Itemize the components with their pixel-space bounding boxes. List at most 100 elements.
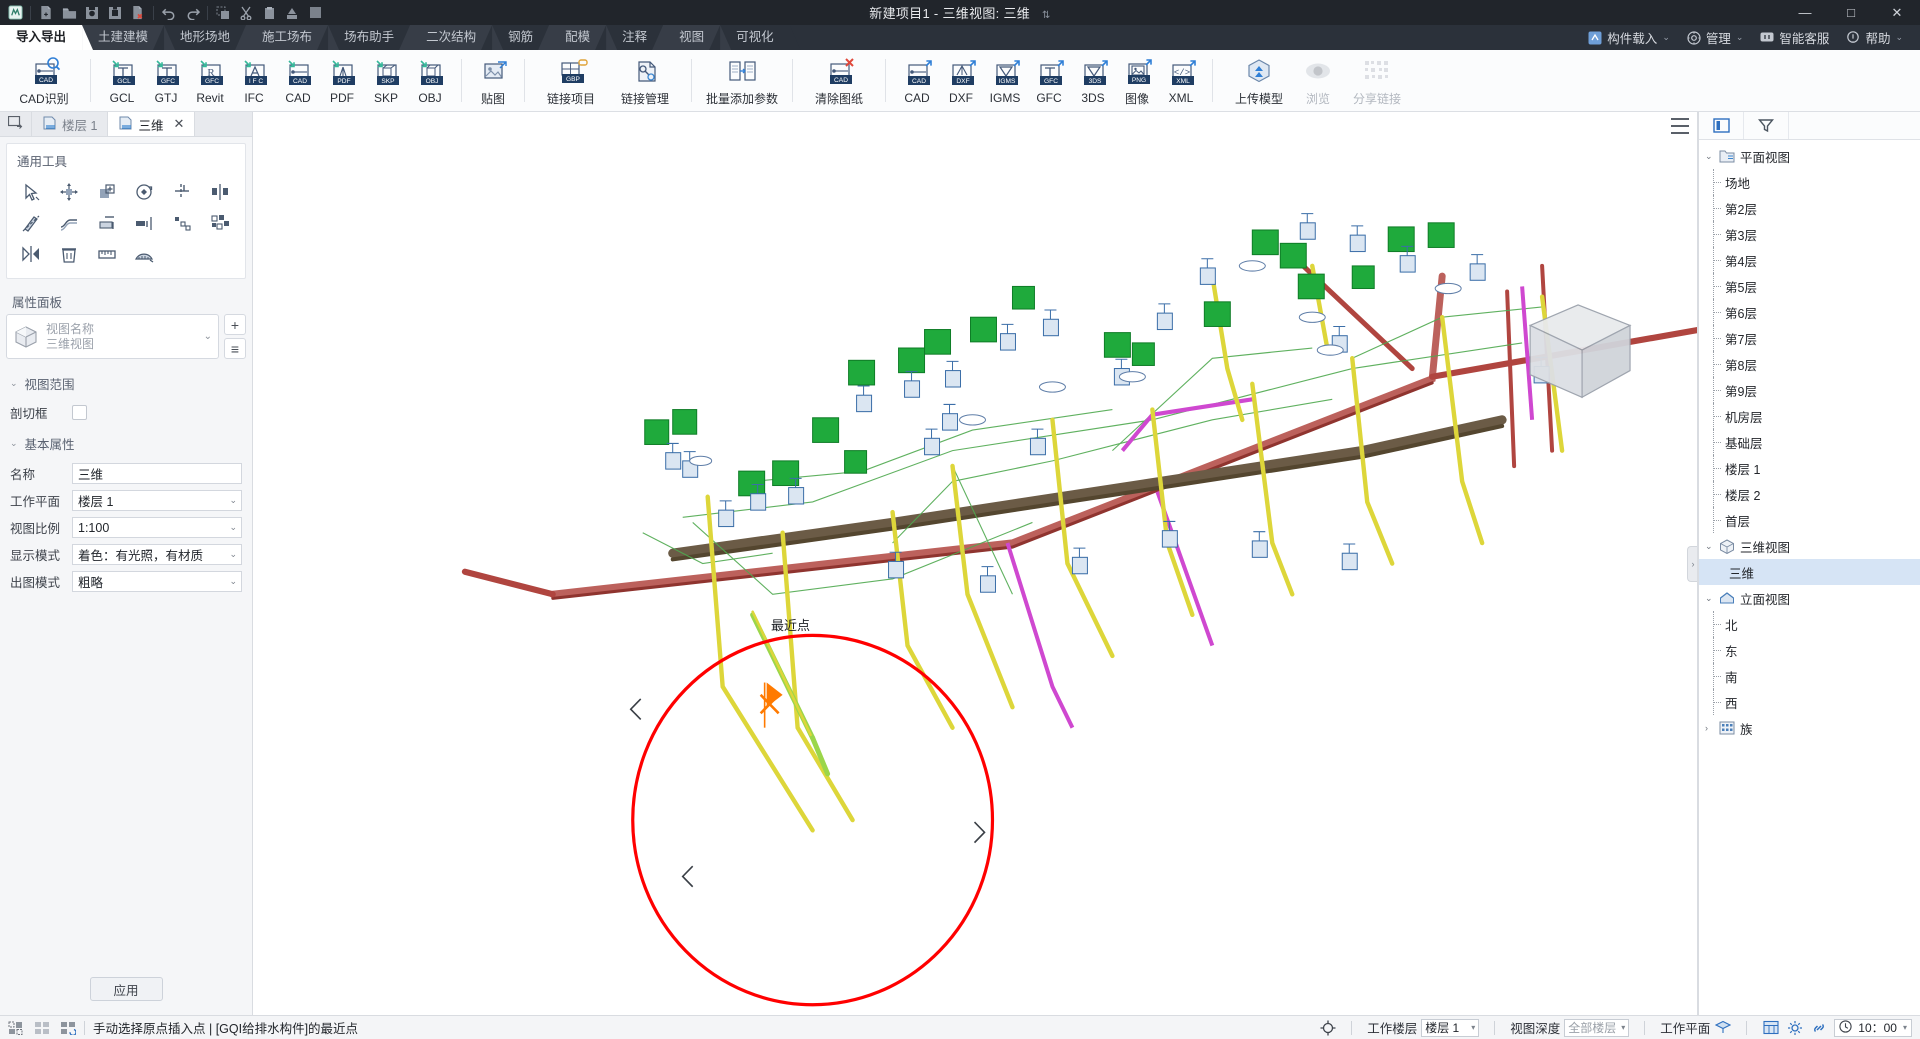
ribbon-tab-2[interactable]: 地形场地 [164, 25, 246, 50]
crosshair-icon[interactable] [1319, 1020, 1336, 1035]
ribbon-button-cad-clear[interactable]: CAD 清除图纸 [802, 52, 876, 110]
ribbon-tab-5[interactable]: 二次结构 [410, 25, 493, 50]
chevron-down-icon[interactable]: ⌄ [1736, 32, 1744, 43]
tabbar-right-item-2[interactable]: 智能客服 [1753, 25, 1836, 50]
tree-item-第3层[interactable]: 第3层 [1699, 221, 1920, 247]
protractor-tool[interactable] [126, 239, 164, 270]
ribbon-button-cad-search[interactable]: CAD CAD识别 [7, 52, 81, 110]
add-view-button[interactable]: + [224, 314, 246, 335]
delete-icon[interactable] [281, 2, 303, 23]
mirror-tool[interactable] [13, 208, 51, 239]
ribbon-button-export-igms[interactable]: IGMS IGMS [983, 52, 1027, 110]
close-icon[interactable]: ✕ [173, 116, 184, 132]
copy-tool[interactable] [88, 177, 126, 208]
tree-item-三维[interactable]: 三维 [1699, 559, 1920, 585]
rotate-tool[interactable] [126, 177, 164, 208]
chevron-down-icon[interactable]: ⌄ [1705, 151, 1719, 162]
tree-item-第9层[interactable]: 第9层 [1699, 377, 1920, 403]
filter-tab[interactable] [1744, 112, 1789, 139]
ribbon-button-import-gcl[interactable]: GCL GCL [100, 52, 144, 110]
clip-box-checkbox[interactable] [72, 405, 87, 420]
3d-viewport[interactable]: 最近点 › [253, 112, 1698, 1015]
tree-item-楼层 2[interactable]: 楼层 2 [1699, 481, 1920, 507]
chevron-down-icon[interactable]: ⌄ [229, 522, 237, 533]
maximize-button[interactable]: □ [1828, 0, 1874, 25]
ribbon-button-import-gfc-r[interactable]: R GFC Revit [188, 52, 232, 110]
project-browser-tab[interactable] [1699, 112, 1744, 139]
ribbon-button-import-cad[interactable]: CAD CAD [276, 52, 320, 110]
panel-collapse-handle[interactable]: › [1687, 545, 1697, 582]
measure-tool[interactable] [88, 239, 126, 270]
chevron-down-icon[interactable]: ⌄ [229, 576, 237, 587]
tree-item-东[interactable]: 东 [1699, 637, 1920, 663]
property-value-3[interactable]: 着色：有光照，有材质 ⌄ [72, 544, 242, 565]
tree-node-1[interactable]: ⌄ 三维视图 [1699, 533, 1920, 559]
property-value-1[interactable]: 楼层 1 ⌄ [72, 490, 242, 511]
block-icon[interactable] [304, 2, 326, 23]
tree-node-2[interactable]: ⌄ 立面视图 [1699, 585, 1920, 611]
section-basic-props[interactable]: ⌄ 基本属性 [0, 425, 252, 460]
ribbon-button-import-gfc[interactable]: GFC GTJ [144, 52, 188, 110]
ribbon-button-export-gfc[interactable]: GFC GFC [1027, 52, 1071, 110]
view-options-button[interactable]: ≡ [224, 338, 246, 359]
clock-field[interactable]: 10：00 ▾ [1834, 1018, 1912, 1037]
tree-item-机房层[interactable]: 机房层 [1699, 403, 1920, 429]
canvas-menu-icon[interactable] [1671, 118, 1689, 134]
tabbar-right-item-0[interactable]: 构件载入 ⌄ [1581, 25, 1677, 50]
view-name-selector[interactable]: 视图名称 三维视图 ⌄ [6, 314, 219, 359]
ribbon-button-export-png[interactable]: PNG 图像 [1115, 52, 1159, 110]
link-status-icon[interactable] [1810, 1020, 1827, 1035]
document-tab-1[interactable]: 楼层 1 [32, 112, 109, 136]
align-tool[interactable] [201, 177, 239, 208]
chevron-down-icon[interactable]: ⌄ [1705, 541, 1719, 552]
ribbon-button-export-xml[interactable]: </> XML XML [1159, 52, 1203, 110]
tree-item-西[interactable]: 西 [1699, 689, 1920, 715]
ribbon-tab-3[interactable]: 施工场布 [246, 25, 329, 50]
tree-item-第4层[interactable]: 第4层 [1699, 247, 1920, 273]
ribbon-button-gbp-link[interactable]: GBP 链接项目 [534, 52, 608, 110]
tree-item-楼层 1[interactable]: 楼层 1 [1699, 455, 1920, 481]
chevron-down-icon[interactable]: ⌄ [204, 331, 212, 342]
save-as-icon[interactable] [104, 2, 126, 23]
table-icon[interactable] [1762, 1020, 1779, 1035]
tree-item-第5层[interactable]: 第5层 [1699, 273, 1920, 299]
close-file-icon[interactable] [127, 2, 149, 23]
ribbon-button-import-skp[interactable]: SKP SKP [364, 52, 408, 110]
ribbon-tab-1[interactable]: 土建建模 [82, 25, 165, 50]
chevron-down-icon[interactable]: ⌄ [229, 495, 237, 506]
ribbon-button-export-cad[interactable]: CAD CAD [895, 52, 939, 110]
tree-item-第6层[interactable]: 第6层 [1699, 299, 1920, 325]
selection-mode-icon[interactable] [7, 1020, 24, 1035]
tabbar-right-item-1[interactable]: 管理 ⌄ [1680, 25, 1751, 50]
section-view-range[interactable]: ⌄ 视图范围 [0, 365, 252, 400]
move-tool[interactable] [51, 177, 89, 208]
select-tool[interactable] [13, 177, 51, 208]
group-tool[interactable] [201, 208, 239, 239]
undo-icon[interactable] [158, 2, 180, 23]
ribbon-button-link-manage[interactable]: 链接管理 [608, 52, 682, 110]
document-tab-0[interactable] [0, 112, 32, 136]
reset-mode-icon[interactable] [59, 1020, 76, 1035]
save-icon[interactable] [81, 2, 103, 23]
document-tab-2[interactable]: 三维 ✕ [108, 112, 196, 136]
trim-tool[interactable] [164, 177, 202, 208]
new-file-icon[interactable] [35, 2, 57, 23]
open-folder-icon[interactable] [58, 2, 80, 23]
tree-item-基础层[interactable]: 基础层 [1699, 429, 1920, 455]
flip-tool[interactable] [13, 239, 51, 270]
offset-tool[interactable] [51, 208, 89, 239]
ribbon-button-image-stack[interactable]: 贴图 [471, 52, 515, 110]
ribbon-button-import-obj[interactable]: OBJ OBJ [408, 52, 452, 110]
ribbon-button-import-ifc[interactable]: I F C IFC [232, 52, 276, 110]
tree-item-第7层[interactable]: 第7层 [1699, 325, 1920, 351]
chevron-down-icon[interactable]: ⌄ [1705, 593, 1719, 604]
tree-item-场地[interactable]: 场地 [1699, 169, 1920, 195]
apply-button[interactable]: 应用 [89, 977, 163, 1001]
tree-node-0[interactable]: ⌄ 平面视图 [1699, 143, 1920, 169]
tree-item-第8层[interactable]: 第8层 [1699, 351, 1920, 377]
tabbar-right-item-3[interactable]: 帮助 ⌄ [1839, 25, 1910, 50]
cut-icon[interactable] [235, 2, 257, 23]
extend-tool[interactable] [126, 208, 164, 239]
tree-item-北[interactable]: 北 [1699, 611, 1920, 637]
ribbon-button-export-3ds[interactable]: 3DS 3DS [1071, 52, 1115, 110]
